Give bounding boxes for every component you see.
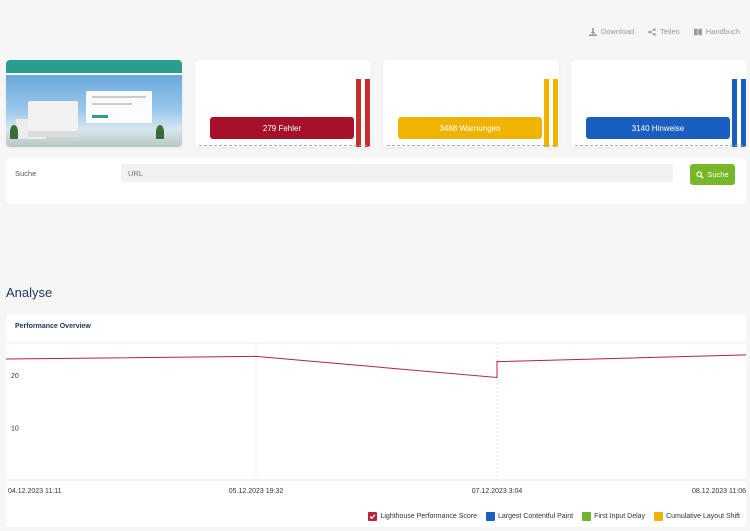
stat-bar: [553, 79, 558, 147]
x-tick-label: 08.12.2023 11:06: [692, 488, 746, 495]
manual-label: Handbuch: [705, 27, 740, 36]
stat-bar: [741, 79, 746, 147]
website-screenshot-thumbnail[interactable]: [6, 60, 182, 147]
series-line: [6, 354, 746, 378]
stat-bar: [356, 79, 361, 147]
legend-item[interactable]: Cumulative Layout Shift: [654, 512, 740, 521]
notice-count-badge[interactable]: 3140 Hinweise: [586, 117, 730, 139]
stat-bar: [732, 79, 737, 147]
data-point: [496, 361, 498, 363]
y-tick-label: 10: [11, 425, 19, 432]
legend-label: First Input Delay: [594, 513, 646, 520]
data-point: [496, 376, 498, 379]
download-button[interactable]: Download: [588, 27, 635, 36]
manual-button[interactable]: Handbuch: [693, 27, 740, 36]
x-tick-label: 07.12.2023 3:04: [472, 488, 523, 495]
section-title: Analyse: [6, 285, 53, 300]
warning-count-badge[interactable]: 3488 Warnungen: [398, 117, 542, 139]
site-overlay-box: [86, 91, 152, 123]
search-button[interactable]: Suche: [690, 164, 735, 185]
legend-label: Lighthouse Performance Score: [380, 513, 477, 520]
site-hero-image: [6, 75, 182, 147]
share-icon: [648, 27, 656, 36]
download-label: Download: [600, 27, 635, 36]
book-icon: [693, 28, 702, 35]
legend-item[interactable]: Lighthouse Performance Score: [368, 512, 477, 521]
data-point: [255, 355, 257, 358]
stat-bar: [365, 79, 370, 147]
checkbox-icon[interactable]: [582, 512, 592, 521]
search-button-label: Suche: [707, 170, 729, 179]
legend-item[interactable]: First Input Delay: [582, 512, 645, 521]
notice-stat-card[interactable]: 3140 Hinweise: [571, 60, 747, 147]
checkbox-icon[interactable]: [654, 512, 664, 521]
legend-item[interactable]: Largest Contentful Paint: [485, 512, 574, 521]
checkbox-checked-icon[interactable]: [368, 512, 378, 521]
stat-bar: [544, 79, 549, 147]
chart-legend: Lighthouse Performance Score Largest Cont…: [368, 512, 740, 521]
share-label: Teilen: [660, 27, 680, 36]
share-button[interactable]: Teilen: [648, 27, 680, 36]
search-panel: Suche Suche: [6, 158, 746, 204]
checkbox-icon[interactable]: [485, 512, 495, 521]
villa-image: [28, 101, 78, 137]
site-header-strip: [6, 60, 182, 73]
performance-line-chart[interactable]: 20 10 04.12.2023 11:11 05.12.2023 19:32 07.1…: [6, 314, 746, 527]
url-search-input[interactable]: [121, 164, 673, 182]
download-icon: [588, 27, 597, 36]
legend-label: Cumulative Layout Shift: [666, 513, 740, 520]
search-icon: [696, 170, 705, 179]
x-tick-label: 04.12.2023 11:11: [8, 488, 62, 495]
x-tick-label: 05.12.2023 19:32: [229, 488, 284, 495]
warning-stat-card[interactable]: 3488 Warnungen: [383, 60, 559, 147]
performance-chart-card: Performance Overview 20 10 04.12.2023 11:1…: [6, 314, 746, 527]
error-count-badge[interactable]: 279 Fehler: [210, 117, 354, 139]
y-tick-label: 20: [11, 373, 19, 380]
toolbar: Download Teilen Handbuch: [588, 27, 740, 36]
legend-label: Largest Contentful Paint: [497, 513, 574, 520]
search-label: Suche: [15, 169, 37, 178]
error-stat-card[interactable]: 279 Fehler: [195, 60, 371, 147]
